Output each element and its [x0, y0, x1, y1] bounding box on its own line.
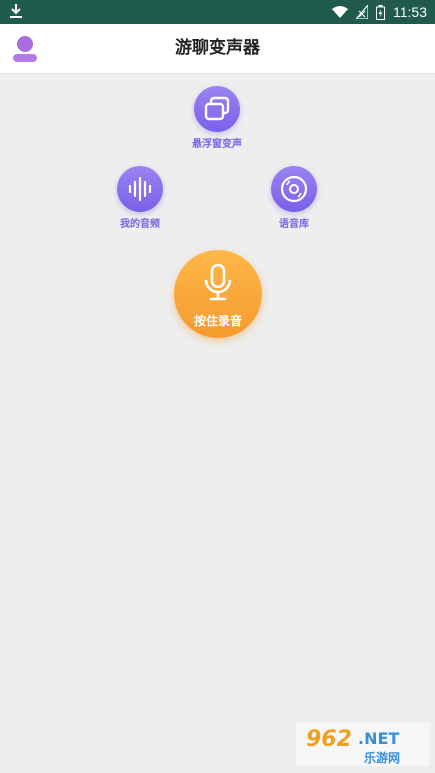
- status-bar: 11:53: [0, 0, 435, 24]
- floating-window-icon: [204, 96, 230, 121]
- disc-icon: [280, 175, 308, 203]
- signal-icon: [356, 5, 368, 19]
- battery-icon: [376, 4, 385, 20]
- download-icon: [10, 4, 22, 18]
- status-time: 11:53: [393, 4, 427, 20]
- voice-library-button[interactable]: 语音库: [249, 166, 339, 230]
- hold-to-record-button[interactable]: 按住录音: [174, 250, 262, 338]
- svg-text:.NET: .NET: [358, 729, 399, 748]
- app-bar: 游聊变声器: [0, 24, 435, 74]
- svg-text:乐游网: 乐游网: [364, 750, 400, 765]
- hold-to-record-label: 按住录音: [193, 314, 242, 328]
- page-title: 游聊变声器: [175, 38, 260, 58]
- svg-text:962: 962: [306, 727, 352, 752]
- voice-library-label: 语音库: [279, 219, 309, 230]
- my-audio-circle[interactable]: [117, 166, 163, 212]
- floating-window-circle[interactable]: [194, 86, 240, 132]
- floating-window-voice-button[interactable]: 悬浮窗变声: [172, 86, 262, 150]
- my-audio-label: 我的音频: [120, 219, 160, 230]
- sound-wave-icon: [128, 177, 152, 201]
- microphone-icon: [204, 264, 232, 301]
- 962-net-watermark-logo: 962 .NET 乐游网: [296, 722, 430, 766]
- voice-library-circle[interactable]: [271, 166, 317, 212]
- floating-window-label: 悬浮窗变声: [192, 139, 242, 150]
- my-audio-button[interactable]: 我的音频: [95, 166, 185, 230]
- wifi-icon: [332, 6, 348, 18]
